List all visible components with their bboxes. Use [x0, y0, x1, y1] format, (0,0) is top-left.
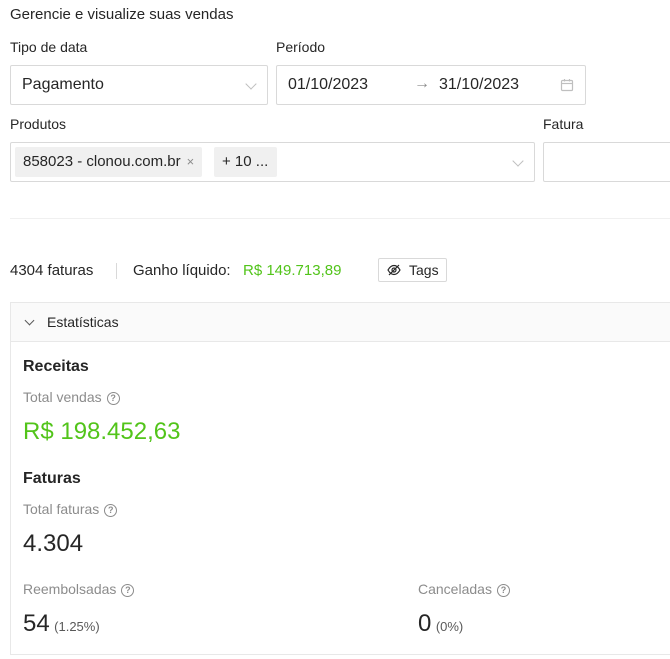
- total-invoices-label: Total faturas?: [23, 501, 118, 517]
- statistics-panel: Estatísticas Receitas Total vendas? R$ 1…: [10, 302, 670, 655]
- total-invoices-label-text: Total faturas: [23, 501, 100, 517]
- refunded-percent: (1.25%): [54, 619, 100, 634]
- more-products-tag[interactable]: + 10 ...: [214, 147, 277, 177]
- total-sales-value: R$ 198.452,63: [23, 418, 181, 445]
- help-icon[interactable]: ?: [106, 392, 120, 405]
- period-label: Período: [276, 39, 326, 55]
- product-tag: 858023 - clonou.com.br ×: [15, 147, 203, 177]
- tags-button-label: Tags: [409, 262, 439, 278]
- total-invoices-value: 4.304: [23, 530, 84, 557]
- date-type-select[interactable]: Pagamento: [10, 65, 268, 105]
- divider: [10, 218, 670, 219]
- date-type-label: Tipo de data: [10, 39, 88, 55]
- refunded-value: 54: [23, 610, 50, 637]
- range-arrow-icon: →: [414, 75, 430, 92]
- refunded-stat: 54 (1.25%): [23, 610, 100, 638]
- invoice-input[interactable]: [543, 142, 670, 182]
- separator: [116, 263, 117, 279]
- help-icon[interactable]: ?: [121, 584, 135, 597]
- total-sales-label-text: Total vendas: [23, 389, 102, 405]
- statistics-panel-title: Estatísticas: [47, 314, 119, 330]
- period-end-input[interactable]: 31/10/2023: [439, 76, 519, 94]
- product-tag-label: 858023 - clonou.com.br: [23, 153, 181, 170]
- chevron-down-icon: [245, 78, 257, 90]
- revenue-title: Receitas: [23, 358, 89, 375]
- calendar-icon: [560, 79, 574, 92]
- period-start-input[interactable]: 01/10/2023: [288, 76, 368, 94]
- canceled-percent: (0%): [435, 619, 464, 634]
- net-earnings-label: Ganho líquido:: [133, 262, 231, 279]
- date-type-value: Pagamento: [22, 76, 104, 93]
- products-multiselect[interactable]: 858023 - clonou.com.br × + 10 ...: [10, 142, 535, 182]
- refunded-label-text: Reembolsadas: [23, 581, 117, 597]
- help-icon[interactable]: ?: [496, 584, 510, 597]
- invoices-title: Faturas: [23, 470, 81, 487]
- invoice-label: Fatura: [543, 116, 584, 132]
- invoice-count: 4304 faturas: [10, 262, 94, 279]
- chevron-down-icon: [512, 155, 524, 167]
- page-subtitle: Gerencie e visualize suas vendas: [10, 6, 234, 23]
- refunded-label: Reembolsadas?: [23, 581, 135, 597]
- total-sales-label: Total vendas?: [23, 389, 120, 405]
- eye-invisible-icon: [387, 264, 401, 276]
- canceled-label-text: Canceladas: [418, 581, 492, 597]
- net-earnings-value: R$ 149.713,89: [243, 262, 342, 279]
- canceled-stat: 0 (0%): [418, 610, 463, 638]
- tags-button[interactable]: Tags: [378, 258, 447, 282]
- canceled-value: 0: [418, 610, 432, 637]
- help-icon[interactable]: ?: [104, 504, 118, 517]
- statistics-panel-header[interactable]: Estatísticas: [11, 303, 670, 342]
- canceled-label: Canceladas?: [418, 581, 510, 597]
- close-icon[interactable]: ×: [187, 154, 195, 169]
- products-label: Produtos: [10, 116, 67, 132]
- chevron-down-icon: [24, 315, 35, 326]
- period-range-picker[interactable]: 01/10/2023 → 31/10/2023: [276, 65, 586, 105]
